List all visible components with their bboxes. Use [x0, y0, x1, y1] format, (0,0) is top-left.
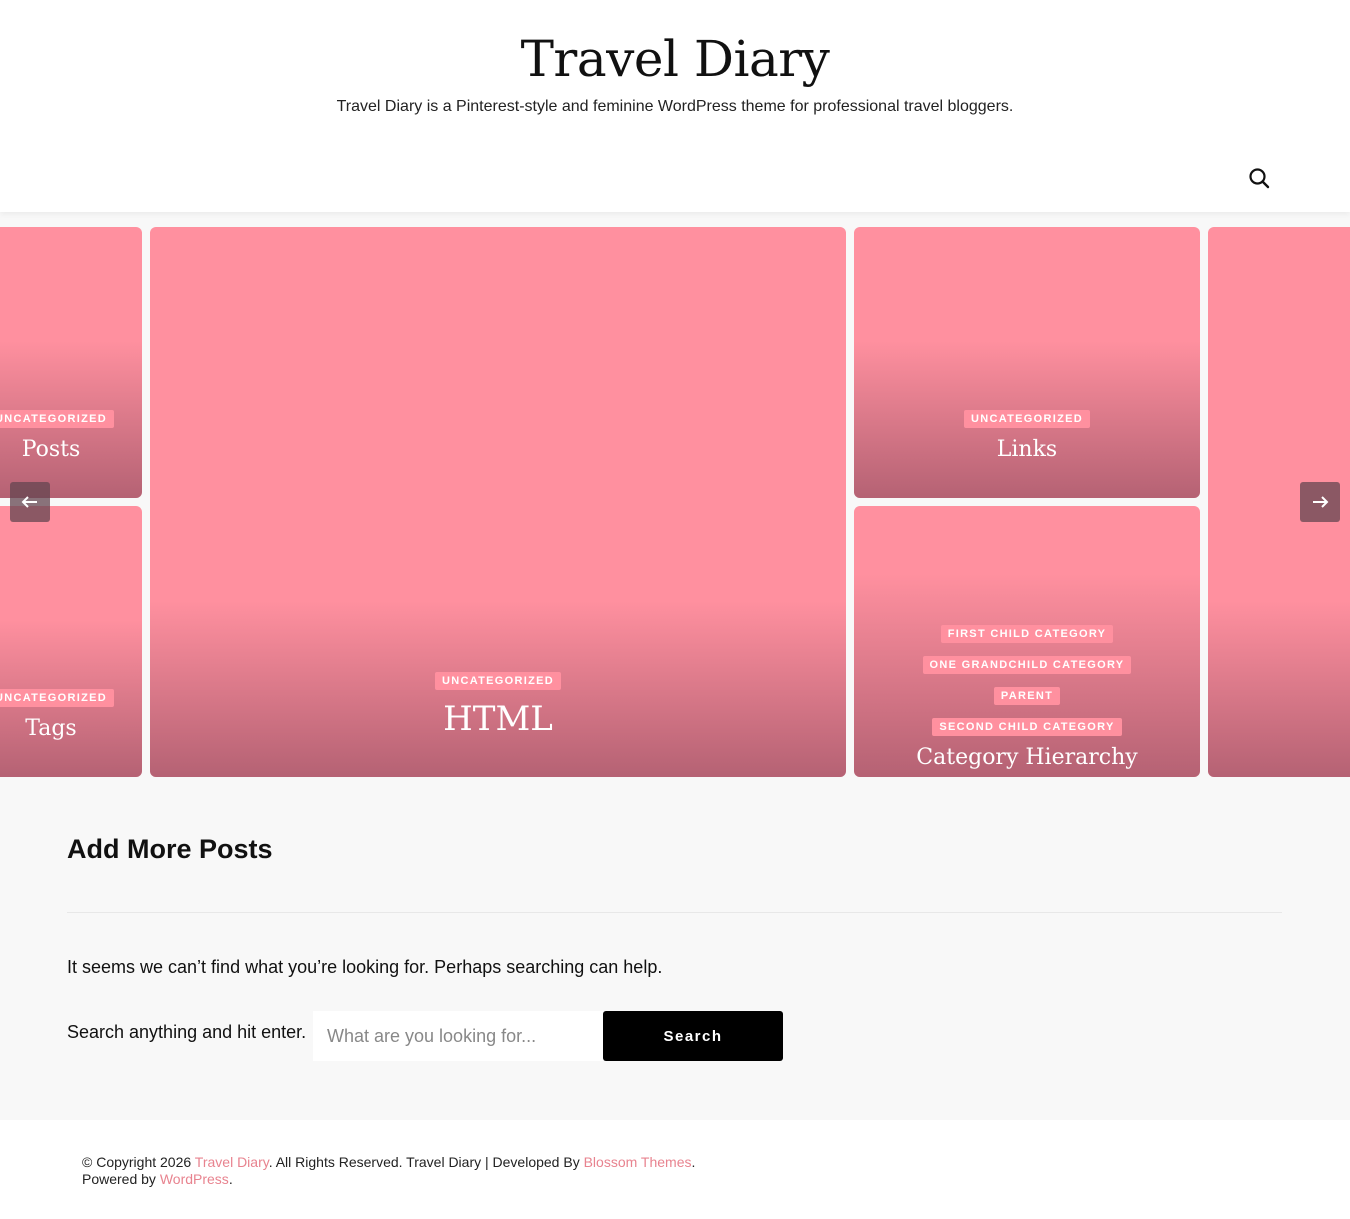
slide-card-category-hierarchy[interactable]: FIRST CHILD CATEGORY ONE GRANDCHILD CATE…	[854, 506, 1200, 777]
site-title[interactable]: Travel Diary	[0, 30, 1350, 88]
card-meta: UNCATEGORIZED Posts	[0, 409, 142, 462]
slider-next-button[interactable]	[1300, 482, 1340, 522]
card-title[interactable]: Category Hierarchy	[884, 745, 1170, 770]
end-text: .	[228, 1171, 233, 1187]
featured-slider: UNCATEGORIZED Posts UNCATEGORIZED Tags U…	[0, 227, 1350, 777]
footer-site-link[interactable]: Travel Diary	[195, 1154, 269, 1170]
category-tag[interactable]: UNCATEGORIZED	[963, 410, 1091, 428]
footer-copyright: © Copyright 2026 Travel Diary. All Right…	[82, 1154, 702, 1188]
card-meta: FIRST CHILD CATEGORY ONE GRANDCHILD CATE…	[854, 624, 1200, 770]
arrow-left-icon	[21, 496, 37, 508]
card-title[interactable]: HTML	[150, 699, 846, 739]
category-tag[interactable]: ONE GRANDCHILD CATEGORY	[922, 656, 1132, 674]
slide-card-html[interactable]: UNCATEGORIZED HTML	[150, 227, 846, 777]
search-toggle-button[interactable]	[1247, 166, 1271, 190]
slide-card-links[interactable]: UNCATEGORIZED Links	[854, 227, 1200, 498]
card-title[interactable]: Links	[854, 437, 1200, 462]
copyright-text: © Copyright 2026	[82, 1154, 195, 1170]
footer-wordpress-link[interactable]: WordPress	[160, 1171, 229, 1187]
category-tag[interactable]: FIRST CHILD CATEGORY	[940, 625, 1114, 643]
card-title[interactable]: Tags	[0, 716, 142, 741]
category-tag[interactable]: PARENT	[993, 687, 1061, 705]
site-footer: © Copyright 2026 Travel Diary. All Right…	[0, 1120, 1350, 1219]
card-meta: UNCATEGORIZED HTML	[150, 671, 846, 739]
card-meta: UNCATEGORIZED Tags	[0, 688, 142, 741]
search-label: Search anything and hit enter.	[67, 1022, 307, 1042]
footer-developer-link[interactable]: Blossom Themes	[584, 1154, 692, 1170]
category-tag[interactable]: UNCATEGORIZED	[434, 672, 562, 690]
search-icon	[1249, 168, 1270, 189]
search-input[interactable]	[313, 1011, 603, 1061]
card-meta: UNCATEGORIZED Links	[854, 409, 1200, 462]
slide-card-tags[interactable]: UNCATEGORIZED Tags	[0, 506, 142, 777]
card-title[interactable]: Posts	[0, 437, 142, 462]
arrow-right-icon	[1313, 496, 1329, 508]
slider-prev-button[interactable]	[10, 482, 50, 522]
not-found-message: It seems we can’t find what you’re looki…	[67, 957, 663, 977]
divider	[67, 912, 1282, 913]
rights-text: . All Rights Reserved. Travel Diary | De…	[268, 1154, 584, 1170]
card-shade	[1208, 601, 1350, 777]
category-tag[interactable]: UNCATEGORIZED	[0, 689, 115, 707]
site-description: Travel Diary is a Pinterest-style and fe…	[336, 98, 1014, 115]
page-heading: Add More Posts	[67, 834, 273, 864]
site-header: Travel Diary Travel Diary is a Pinterest…	[0, 0, 1350, 212]
category-tag[interactable]: SECOND CHILD CATEGORY	[932, 718, 1122, 736]
search-button[interactable]: Search	[603, 1011, 783, 1061]
category-tag[interactable]: UNCATEGORIZED	[0, 410, 115, 428]
slide-card-posts[interactable]: UNCATEGORIZED Posts	[0, 227, 142, 498]
